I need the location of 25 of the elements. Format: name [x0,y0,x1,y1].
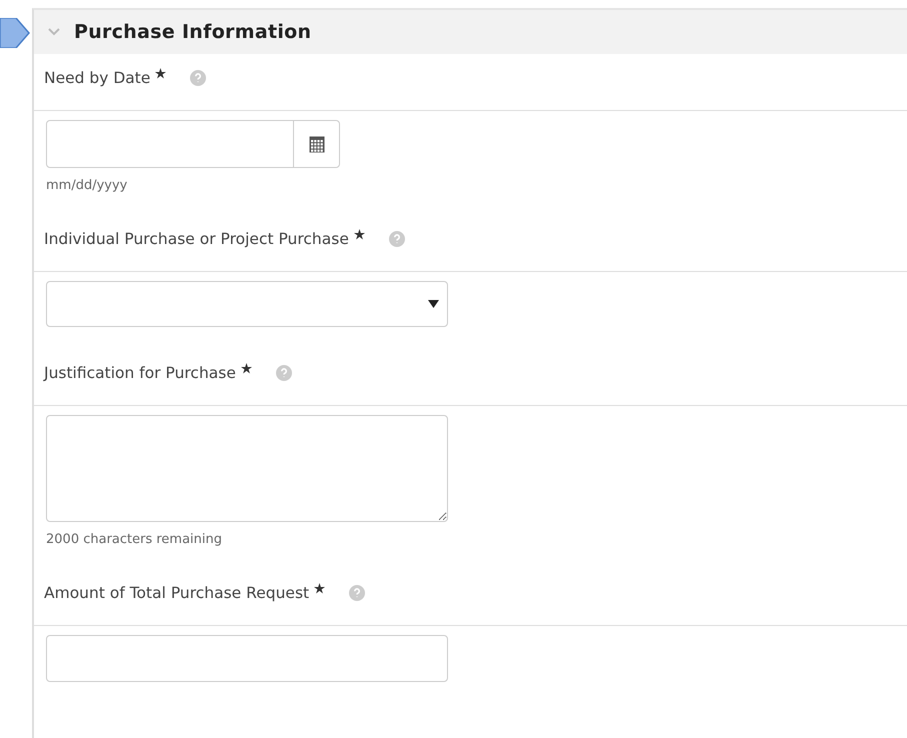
field-label: Individual Purchase or Project Purchase [44,230,349,248]
required-star-icon [240,362,252,374]
input-field[interactable] [46,635,448,682]
dropdown-field[interactable] [46,281,448,327]
field-label: Justification for Purchase [44,364,236,382]
help-icon[interactable] [349,585,366,601]
text-area[interactable] [46,415,448,522]
required-star-icon [354,228,365,240]
date-field[interactable] [46,120,340,168]
help-icon[interactable] [276,365,292,381]
required-star-icon [155,68,166,78]
field-label: Need by Date [44,69,150,87]
helper-text: 2000 characters remaining [46,532,224,547]
helper-text: mm/dd/yyyy [46,178,128,193]
calendar-icon [308,135,324,153]
pointer-arrow-icon [0,18,30,48]
calendar-button[interactable] [293,121,339,167]
help-icon[interactable] [388,231,405,247]
chevron-icon [48,28,60,36]
field-label: Amount of Total Purchase Request [44,584,310,602]
required-star-icon [314,582,326,594]
caret-icon [428,300,439,308]
section-header[interactable]: Purchase Information [34,10,907,54]
help-icon[interactable] [190,70,206,86]
section-title: Purchase Information [74,21,312,43]
